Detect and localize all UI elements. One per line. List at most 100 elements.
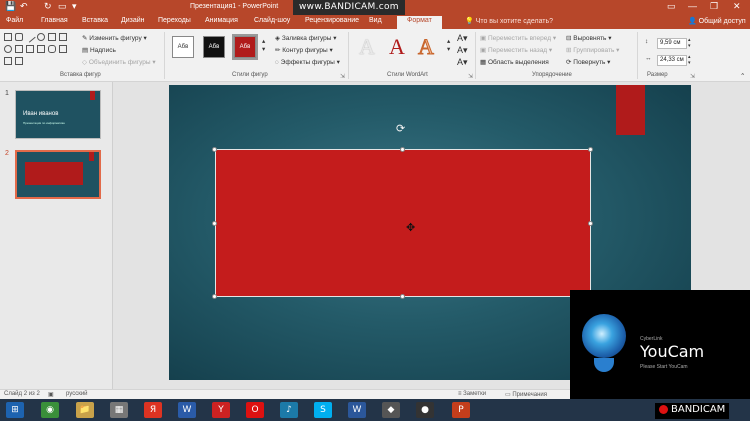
height-spinner-icon[interactable]: ▴ ▾ [688, 37, 691, 49]
dialog-launcher-icon[interactable]: ⇲ [468, 73, 473, 80]
language-indicator[interactable]: русский [66, 391, 88, 397]
ribbon-display-options-icon[interactable]: ▭ [667, 1, 676, 12]
minimize-button[interactable]: — [688, 1, 697, 11]
media-app-icon[interactable]: ◆ [382, 402, 400, 418]
thumbnail-title: Иван иванов [23, 111, 59, 117]
merge-shapes-button[interactable]: ◇ Объединить фигуры ▾ [82, 58, 156, 66]
tab-insert[interactable]: Вставка [82, 17, 108, 24]
style-swatch-white[interactable]: Абв [172, 36, 194, 58]
tab-file[interactable]: Файл [6, 17, 23, 24]
arrow-shape-icon[interactable] [48, 33, 56, 41]
resize-handle[interactable] [212, 221, 217, 226]
file-explorer-icon[interactable]: 📁 [76, 402, 94, 418]
style-swatch-black[interactable]: Абв [203, 36, 225, 58]
tab-slideshow[interactable]: Слайд-шоу [254, 17, 290, 24]
text-box-label: Надпись [89, 47, 116, 54]
redo-icon[interactable]: ↻ [44, 1, 52, 12]
word-icon[interactable]: W [348, 402, 366, 418]
freeform-shape-icon[interactable] [15, 57, 23, 65]
notes-button[interactable]: ≡ Заметки [458, 391, 486, 397]
oval-shape-icon[interactable] [37, 33, 45, 41]
bandicam-icon[interactable]: ● [416, 402, 434, 418]
text-box-button[interactable]: ▤ Надпись [82, 46, 116, 54]
send-backward-button[interactable]: ▣ Переместить назад ▾ [480, 46, 552, 54]
resize-handle[interactable] [212, 294, 217, 299]
wordart-gallery-scroll-icon[interactable]: ▴ ▾ [447, 37, 450, 53]
align-button[interactable]: ⊟ Выровнять ▾ [566, 34, 612, 42]
dialog-launcher-icon[interactable]: ⇲ [340, 73, 345, 80]
group-button[interactable]: ⊞ Группировать ▾ [566, 46, 619, 54]
collapse-ribbon-icon[interactable]: ⌃ [740, 72, 745, 80]
rotate-handle-icon[interactable]: ⟳ [396, 122, 405, 135]
powerpoint-icon[interactable]: P [452, 402, 470, 418]
ribbon: ✎ Изменить фигуру ▾ ▤ Надпись ◇ Объедини… [0, 29, 750, 82]
style-swatch-red[interactable]: Абв [232, 34, 258, 60]
opera-icon[interactable]: O [246, 402, 264, 418]
square-shape-icon[interactable] [15, 45, 23, 53]
block-arrow-shape-icon[interactable] [26, 45, 34, 53]
resize-handle[interactable] [400, 147, 405, 152]
circle-shape-icon[interactable] [4, 45, 12, 53]
brace-shape-icon[interactable] [37, 45, 45, 53]
calendar-app-icon[interactable]: ▦ [110, 402, 128, 418]
rectangle-shape-icon[interactable] [4, 33, 12, 41]
rounded-rectangle-shape-icon[interactable] [15, 33, 23, 41]
text-outline-icon[interactable]: A▾ [457, 45, 468, 56]
shapes-gallery[interactable] [4, 31, 76, 67]
resize-handle[interactable] [588, 221, 593, 226]
line-shape-icon[interactable] [24, 31, 36, 43]
wordart-style-red[interactable]: A [389, 35, 405, 59]
width-spinner-icon[interactable]: ▴ ▾ [688, 54, 691, 66]
gallery-scroll-icon[interactable]: ▴ ▾ [262, 37, 265, 53]
shape-fill-button[interactable]: ◈ Заливка фигуры ▾ [275, 34, 337, 42]
maximize-button[interactable]: ❐ [710, 1, 718, 12]
height-input[interactable]: 9,59 см [657, 38, 687, 49]
shape-outline-button[interactable]: ✏ Контур фигуры ▾ [275, 46, 333, 54]
text-fill-icon[interactable]: A▾ [457, 33, 468, 44]
edit-shape-button[interactable]: ✎ Изменить фигуру ▾ [82, 34, 147, 42]
corner-accent-rectangle[interactable] [616, 85, 645, 135]
tab-review[interactable]: Рецензирование [305, 17, 359, 24]
undo-icon[interactable]: ↶ [20, 1, 28, 12]
tab-home[interactable]: Главная [41, 17, 68, 24]
tab-transitions[interactable]: Переходы [158, 17, 191, 24]
callout-shape-icon[interactable] [59, 45, 67, 53]
customize-quick-access-icon[interactable]: ▾ [72, 1, 77, 12]
rotate-button[interactable]: ⟳ Повернуть ▾ [566, 58, 610, 66]
start-slideshow-icon[interactable]: ▭ [58, 1, 67, 12]
text-effects-icon[interactable]: A▾ [457, 57, 468, 68]
comments-button[interactable]: ▭ Примечания [505, 391, 547, 398]
resize-handle[interactable] [212, 147, 217, 152]
start-button-icon[interactable]: ⊞ [6, 402, 24, 418]
resize-handle[interactable] [588, 147, 593, 152]
tell-me-search[interactable]: 💡 Что вы хотите сделать? [465, 17, 553, 25]
yandex-icon[interactable]: Я [144, 402, 162, 418]
dialog-launcher-icon[interactable]: ⇲ [690, 73, 695, 80]
close-button[interactable]: ✕ [733, 1, 741, 12]
selection-pane-button[interactable]: ▦ Область выделения [480, 58, 549, 66]
tab-design[interactable]: Дизайн [121, 17, 145, 24]
triangle-shape-icon[interactable] [59, 33, 67, 41]
slide-thumbnail-2[interactable] [15, 150, 101, 199]
word-doc-icon[interactable]: W [178, 402, 196, 418]
slide-thumbnail-1[interactable]: Иван иванов Презентация по информатике [15, 90, 101, 139]
yandex-browser-icon[interactable]: Y [212, 402, 230, 418]
selected-rectangle-shape[interactable] [215, 149, 591, 297]
tab-format[interactable]: Формат [397, 16, 442, 29]
share-button[interactable]: 👤 Общий доступ [688, 17, 746, 25]
wordart-style-orange[interactable]: A [418, 34, 435, 59]
tab-view[interactable]: Вид [369, 17, 382, 24]
star-shape-icon[interactable] [48, 45, 56, 53]
skype-icon[interactable]: S [314, 402, 332, 418]
curve-shape-icon[interactable] [4, 57, 12, 65]
chrome-icon[interactable]: ◉ [41, 402, 59, 418]
resize-handle[interactable] [400, 294, 405, 299]
save-icon[interactable]: 💾 [5, 1, 16, 12]
wordart-style-light[interactable]: A [359, 35, 375, 59]
spellcheck-icon[interactable]: ▣ [48, 391, 54, 398]
width-input[interactable]: 24,33 см [657, 55, 687, 66]
tab-animations[interactable]: Анимация [205, 17, 238, 24]
hp-icon[interactable]: ♪ [280, 402, 298, 418]
shape-effects-button[interactable]: ◌ Эффекты фигуры ▾ [275, 58, 340, 66]
bring-forward-button[interactable]: ▣ Переместить вперед ▾ [480, 34, 556, 42]
